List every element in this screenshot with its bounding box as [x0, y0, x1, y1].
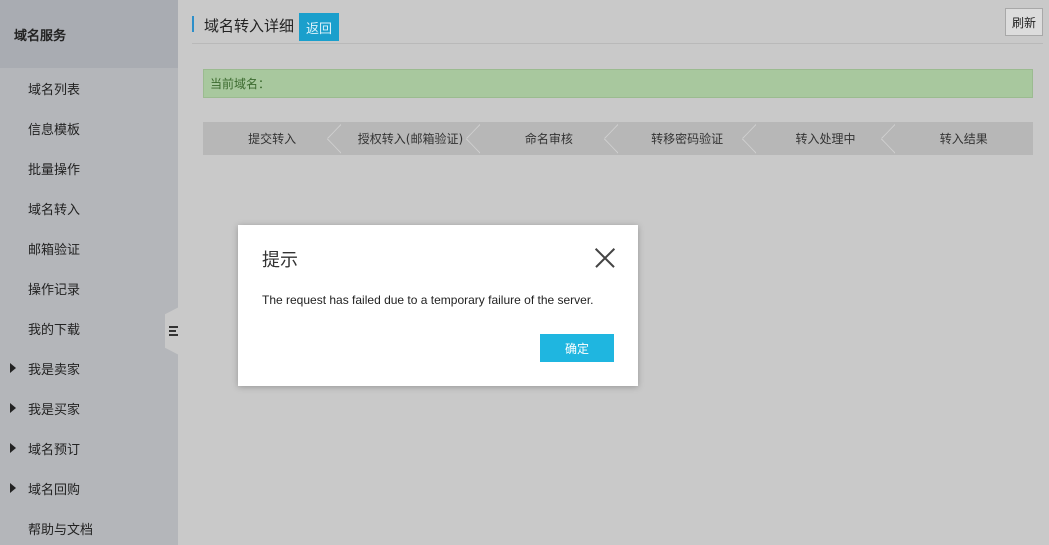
caret-right-icon: [10, 403, 16, 413]
step-arrow-icon: [327, 122, 342, 155]
sidebar-item-domain-transfer-in[interactable]: 域名转入: [0, 188, 178, 228]
sidebar-item-batch-operations[interactable]: 批量操作: [0, 148, 178, 188]
caret-right-icon: [10, 363, 16, 373]
collapse-icon: [168, 326, 178, 336]
close-icon[interactable]: [594, 247, 616, 269]
dialog-title: 提示: [262, 250, 298, 271]
caret-right-icon: [10, 443, 16, 453]
step-arrow-icon: [603, 122, 618, 155]
step-item: 转入结果: [895, 122, 1033, 155]
sidebar-item-email-verification[interactable]: 邮箱验证: [0, 228, 178, 268]
sidebar-item-seller[interactable]: 我是卖家: [0, 348, 178, 388]
back-button[interactable]: 返回: [299, 13, 340, 41]
step-label: 命名审核: [524, 132, 573, 146]
sidebar-item-label: 域名转入: [28, 202, 81, 218]
sidebar-item-domain-list[interactable]: 域名列表: [0, 68, 178, 108]
step-label: 转入结果: [939, 132, 988, 146]
dialog-message: The request has failed due to a temporar…: [262, 293, 594, 307]
sidebar-item-label: 域名回购: [28, 482, 81, 498]
sidebar-menu: 域名列表 信息模板 批量操作 域名转入 邮箱验证 操作记录 我的下载 我是卖家 …: [0, 68, 178, 545]
sidebar-item-label: 信息模板: [28, 122, 81, 138]
step-item: 授权转入(邮箱验证): [341, 122, 480, 155]
sidebar: 域名服务 域名列表 信息模板 批量操作 域名转入 邮箱验证 操作记录 我的下载 …: [0, 0, 178, 545]
step-label: 转移密码验证: [651, 132, 724, 146]
current-domain-label: 当前域名：: [210, 77, 271, 91]
step-item: 转移密码验证: [618, 122, 757, 155]
step-arrow-icon: [742, 122, 757, 155]
step-label: 提交转入: [248, 132, 297, 146]
sidebar-item-label: 邮箱验证: [28, 242, 81, 258]
sidebar-item-label: 我的下载: [28, 322, 81, 338]
page-header: 域名转入详细 返回 刷新: [192, 8, 1043, 44]
sidebar-item-label: 帮助与文档: [28, 522, 94, 538]
sidebar-item-domain-reservation[interactable]: 域名预订: [0, 428, 178, 468]
sidebar-item-buyer[interactable]: 我是买家: [0, 388, 178, 428]
page-title: 域名转入详细: [204, 17, 295, 35]
sidebar-collapse-toggle[interactable]: [165, 307, 179, 355]
sidebar-item-operation-log[interactable]: 操作记录: [0, 268, 178, 308]
step-label: 授权转入(邮箱验证): [357, 132, 464, 146]
sidebar-item-label: 我是卖家: [28, 362, 81, 378]
sidebar-item-label: 我是买家: [28, 402, 81, 418]
confirm-button[interactable]: 确定: [540, 334, 614, 362]
title-accent-bar: [192, 16, 194, 32]
sidebar-item-help-docs[interactable]: 帮助与文档: [0, 508, 178, 545]
sidebar-item-label: 操作记录: [28, 282, 81, 298]
step-label: 转入处理中: [795, 132, 856, 146]
sidebar-item-label: 域名预订: [28, 442, 81, 458]
sidebar-item-domain-buyback[interactable]: 域名回购: [0, 468, 178, 508]
sidebar-item-my-downloads[interactable]: 我的下载: [0, 308, 178, 348]
sidebar-header: 域名服务: [0, 0, 178, 68]
step-arrow-icon: [880, 122, 895, 155]
refresh-button[interactable]: 刷新: [1004, 8, 1043, 36]
step-item: 转入处理中: [756, 122, 895, 155]
current-domain-bar: 当前域名：: [203, 69, 1033, 98]
step-arrow-icon: [465, 122, 480, 155]
caret-right-icon: [10, 483, 16, 493]
step-item: 提交转入: [203, 122, 342, 155]
sidebar-item-label: 批量操作: [28, 162, 81, 178]
sidebar-item-info-template[interactable]: 信息模板: [0, 108, 178, 148]
sidebar-item-label: 域名列表: [28, 82, 81, 98]
step-item: 命名审核: [480, 122, 618, 155]
alert-dialog: 提示 The request has failed due to a tempo…: [238, 225, 638, 386]
transfer-steps: 提交转入 授权转入(邮箱验证) 命名审核 转移密码验证 转入处理中 转入结果: [203, 122, 1033, 155]
